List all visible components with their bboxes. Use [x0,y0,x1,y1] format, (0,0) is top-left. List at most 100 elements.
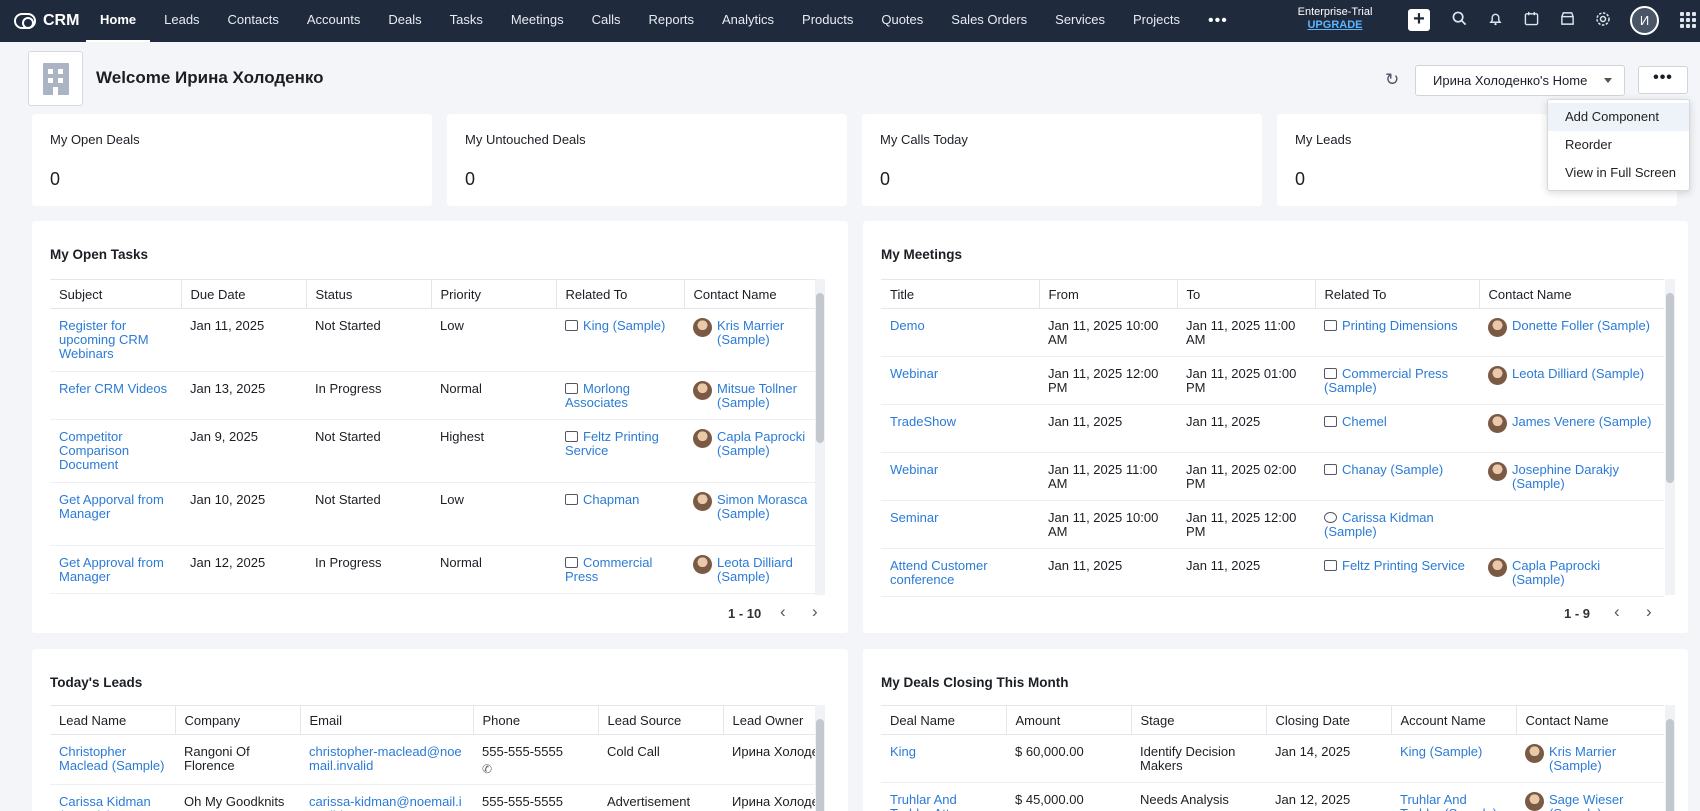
column-header[interactable]: Lead Owner [723,705,824,735]
column-header[interactable]: Amount [1006,705,1132,735]
nav-item-sales-orders[interactable]: Sales Orders [937,0,1041,42]
meetings-scrollbar[interactable] [1665,279,1675,595]
contact-link[interactable]: Sage Wieser (Sample) [1549,793,1656,811]
next-page-icon[interactable]: › [812,602,818,622]
phone-icon[interactable]: ✆ [482,762,590,776]
nav-item-accounts[interactable]: Accounts [293,0,374,42]
nav-item-contacts[interactable]: Contacts [214,0,293,42]
next-page-icon[interactable]: › [1646,602,1652,622]
account-link[interactable]: King (Sample) [1400,744,1482,759]
account-link[interactable]: Truhlar And Truhlar (Sample) [1400,792,1497,811]
meeting-title-link[interactable]: Demo [890,318,925,333]
upgrade-link[interactable]: UPGRADE [1285,19,1385,32]
plus-icon[interactable]: + [1408,9,1430,31]
contact-link[interactable]: Josephine Darakjy (Sample) [1512,463,1656,491]
column-header[interactable]: Company [175,705,301,735]
nav-item-projects[interactable]: Projects [1119,0,1194,42]
gear-icon[interactable] [1593,11,1613,31]
meeting-title-link[interactable]: TradeShow [890,414,956,429]
menu-item-add-component[interactable]: Add Component [1548,103,1689,131]
column-header[interactable]: Contact Name [1516,705,1664,735]
meeting-title-link[interactable]: Attend Customer conference [890,558,988,587]
meeting-title-link[interactable]: Webinar [890,462,938,477]
related-to-link[interactable]: Printing Dimensions [1342,318,1458,333]
apps-grid-icon[interactable] [1680,12,1696,28]
column-header[interactable]: Priority [431,279,557,309]
lead-email-link[interactable]: carissa-kidman@noemail.invalid [309,794,462,811]
menu-item-full-screen[interactable]: View in Full Screen [1548,159,1689,187]
related-to-link[interactable]: Commercial Press (Sample) [1324,366,1448,395]
column-header[interactable]: Lead Name [50,705,176,735]
contact-link[interactable]: Leota Dilliard (Sample) [1512,367,1644,381]
column-header[interactable]: Title [881,279,1040,309]
menu-item-reorder[interactable]: Reorder [1548,131,1689,159]
related-to-link[interactable]: King (Sample) [583,318,665,333]
nav-item-quotes[interactable]: Quotes [867,0,937,42]
calendar-check-icon[interactable] [1521,11,1541,31]
contact-link[interactable]: Mitsue Tollner (Sample) [717,382,816,410]
related-to-link[interactable]: Commercial Press [565,555,652,584]
related-to-link[interactable]: Feltz Printing Service [1342,558,1465,573]
column-header[interactable]: Stage [1131,705,1267,735]
nav-item-tasks[interactable]: Tasks [436,0,497,42]
nav-item-services[interactable]: Services [1041,0,1119,42]
related-to-link[interactable]: Carissa Kidman (Sample) [1324,510,1434,539]
column-header[interactable]: Email [300,705,474,735]
contact-link[interactable]: Simon Morasca (Sample) [717,493,816,521]
nav-item-deals[interactable]: Deals [374,0,435,42]
deal-name-link[interactable]: Truhlar And Truhlar Attys [890,792,962,811]
related-to-link[interactable]: Feltz Printing Service [565,429,659,458]
contact-link[interactable]: Kris Marrier (Sample) [1549,745,1656,773]
nav-more-icon[interactable]: ••• [1194,1,1242,41]
deal-name-link[interactable]: King [890,744,916,759]
task-subject-link[interactable]: Refer CRM Videos [59,381,167,396]
more-options-button[interactable]: ••• [1638,66,1688,94]
contact-link[interactable]: Leota Dilliard (Sample) [717,556,816,584]
column-header[interactable]: To [1177,279,1316,309]
contact-link[interactable]: Capla Paprocki (Sample) [717,430,816,458]
column-header[interactable]: Related To [1315,279,1480,309]
column-header[interactable]: Subject [50,279,182,309]
contact-link[interactable]: Donette Foller (Sample) [1512,319,1650,333]
nav-item-meetings[interactable]: Meetings [497,0,578,42]
lead-name-link[interactable]: Christopher Maclead (Sample) [59,744,165,773]
column-header[interactable]: Phone [473,705,599,735]
related-to-link[interactable]: Chanay (Sample) [1342,462,1443,477]
nav-item-reports[interactable]: Reports [634,0,708,42]
tasks-scrollbar[interactable] [815,279,825,595]
meeting-title-link[interactable]: Webinar [890,366,938,381]
meeting-title-link[interactable]: Seminar [890,510,938,525]
nav-item-leads[interactable]: Leads [150,0,213,42]
column-header[interactable]: From [1039,279,1178,309]
lead-email-link[interactable]: christopher-maclead@noemail.invalid [309,744,462,773]
nav-item-home[interactable]: Home [86,0,151,42]
column-header[interactable]: Deal Name [881,705,1007,735]
contact-link[interactable]: James Venere (Sample) [1512,415,1651,429]
column-header[interactable]: Contact Name [1479,279,1664,309]
deals-scrollbar[interactable] [1665,705,1675,811]
column-header[interactable]: Contact Name [684,279,824,309]
column-header[interactable]: Status [306,279,432,309]
column-header[interactable]: Closing Date [1266,705,1392,735]
prev-page-icon[interactable]: ‹ [780,602,786,622]
leads-scrollbar[interactable] [815,705,825,811]
home-view-select[interactable]: Ирина Холоденко's Home [1415,65,1625,96]
kpi-card-untouched-deals[interactable]: My Untouched Deals 0 [447,114,847,206]
related-to-link[interactable]: Chapman [583,492,639,507]
column-header[interactable]: Account Name [1391,705,1517,735]
kpi-card-calls-today[interactable]: My Calls Today 0 [862,114,1262,206]
crm-logo[interactable]: CRM [14,0,86,42]
nav-item-analytics[interactable]: Analytics [708,0,788,42]
marketplace-icon[interactable] [1557,11,1577,31]
user-avatar[interactable]: И [1630,6,1659,35]
column-header[interactable]: Related To [556,279,685,309]
column-header[interactable]: Lead Source [598,705,724,735]
refresh-icon[interactable]: ↻ [1385,70,1399,90]
related-to-link[interactable]: Chemel [1342,414,1387,429]
kpi-card-open-deals[interactable]: My Open Deals 0 [32,114,432,206]
lead-name-link[interactable]: Carissa Kidman (Sample) [59,794,151,811]
nav-item-products[interactable]: Products [788,0,867,42]
contact-link[interactable]: Capla Paprocki (Sample) [1512,559,1656,587]
nav-item-calls[interactable]: Calls [578,0,635,42]
task-subject-link[interactable]: Competitor Comparison Document [59,429,129,472]
